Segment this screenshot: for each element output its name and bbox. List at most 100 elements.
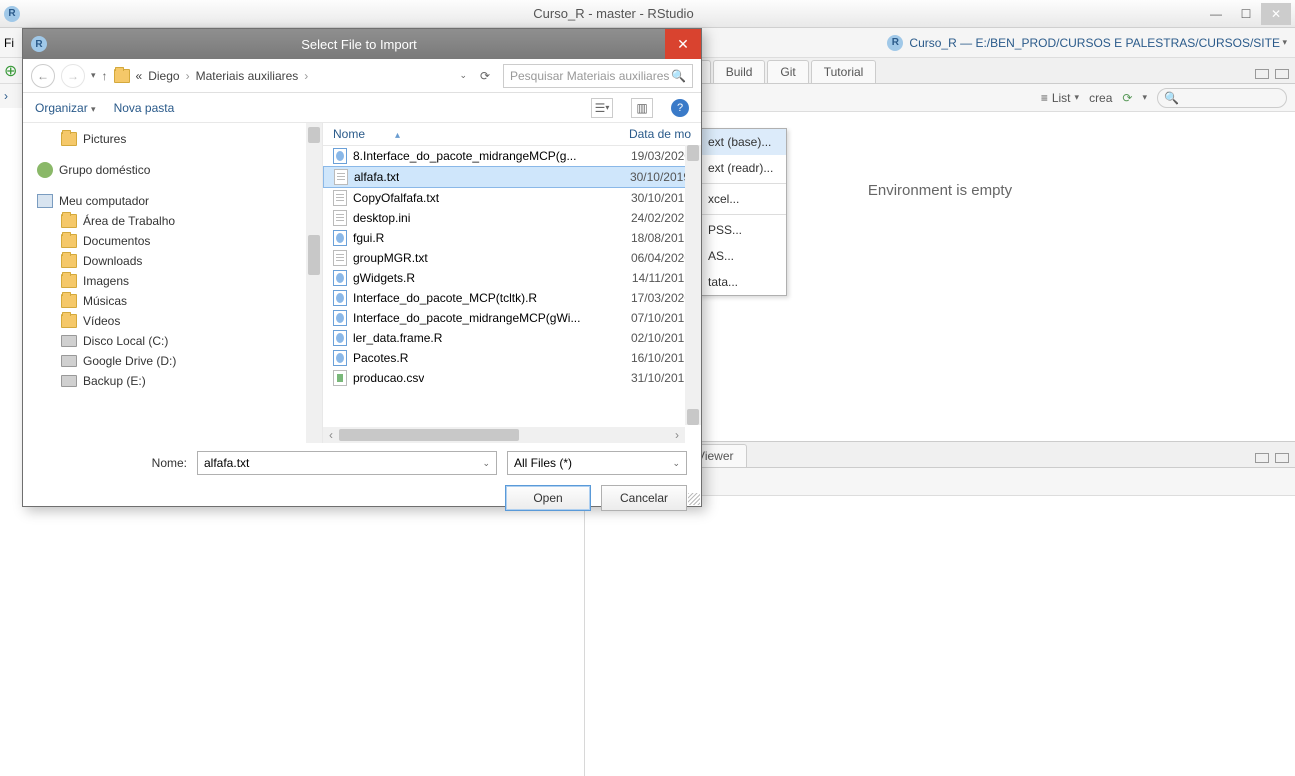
hscroll-thumb[interactable] [339,429,519,441]
tree-item[interactable]: Pictures [27,129,318,149]
tree-item[interactable]: Músicas [27,291,318,311]
preview-pane-button[interactable]: ▥ [631,98,653,118]
import-dataset-menu: ext (base)... ext (readr)... xcel... PSS… [699,128,787,296]
refresh-icon[interactable]: ⟳ [1122,91,1132,105]
new-folder-button[interactable]: Nova pasta [114,101,175,115]
nav-up-button[interactable]: ↑ [102,69,108,83]
folder-tree[interactable]: Pictures Grupo doméstico Meu computadorÁre… [23,123,323,443]
file-list-header[interactable]: Nome▴ Data de mo [323,123,701,146]
breadcrumb-part[interactable]: Diego [148,69,179,83]
file-row[interactable]: Pacotes.R16/10/2019 [323,348,701,368]
project-caret-icon: ▾ [1280,37,1287,48]
nav-back-button[interactable]: ← [31,64,55,88]
filename-input[interactable]: alfafa.txt ⌄ [197,451,497,475]
group-icon [37,162,53,178]
import-excel[interactable]: xcel... [700,186,786,212]
tree-item[interactable]: Backup (E:) [27,371,318,391]
file-icon [334,169,348,185]
tree-item[interactable]: Meu computador [27,191,318,211]
tab-git[interactable]: Git [767,60,808,83]
file-row[interactable]: groupMGR.txt06/04/2020 [323,248,701,268]
folder-icon [61,234,77,248]
breadcrumb[interactable]: « Diego › Materiais auxiliares › ⌄ [114,69,467,83]
tree-item[interactable]: Disco Local (C:) [27,331,318,351]
disk-icon [61,355,77,367]
scroll-arrow-right[interactable]: › [669,427,685,443]
scroll-arrow-left[interactable]: ‹ [323,427,339,443]
file-row[interactable]: producao.csv31/10/2019 [323,368,701,388]
breadcrumb-caret[interactable]: ⌄ [459,70,467,81]
file-list[interactable]: Nome▴ Data de mo 8.Interface_do_pacote_m… [323,123,701,443]
tree-item[interactable]: Downloads [27,251,318,271]
maximize-button[interactable]: ☐ [1231,3,1261,25]
folder-icon [61,214,77,228]
pane-maximize-icon[interactable] [1275,453,1289,463]
dialog-icon: R [31,36,47,52]
view-mode-button[interactable]: ☰ ▾ [591,98,613,118]
file-row[interactable]: alfafa.txt30/10/2019 [323,166,701,188]
new-file-icon[interactable]: ⊕ [4,61,17,81]
file-icon [333,210,347,226]
filename-caret-icon[interactable]: ⌄ [482,458,490,469]
tree-scrollbar[interactable] [306,123,322,443]
tree-item[interactable]: Vídeos [27,311,318,331]
dialog-close-button[interactable]: ✕ [665,29,701,59]
pane-maximize-icon[interactable] [1275,69,1289,79]
import-text-readr[interactable]: ext (readr)... [700,155,786,181]
dialog-titlebar: R Select File to Import ✕ [23,29,701,59]
list-view-button[interactable]: ≡ List ▾ [1041,91,1079,105]
scroll-arrow-down[interactable] [687,409,699,425]
tree-item[interactable]: Documentos [27,231,318,251]
import-spss[interactable]: PSS... [700,217,786,243]
scroll-thumb[interactable] [308,235,320,275]
tree-item[interactable]: Imagens [27,271,318,291]
tab-tutorial[interactable]: Tutorial [811,60,877,83]
folder-icon [61,314,77,328]
resize-grip[interactable] [688,493,700,505]
close-button[interactable]: ✕ [1261,3,1291,25]
file-row[interactable]: fgui.R18/08/2019 [323,228,701,248]
file-icon [333,270,347,286]
filelist-hscrollbar[interactable]: ‹ › [323,427,685,443]
pane-minimize-icon[interactable] [1255,69,1269,79]
tab-build[interactable]: Build [713,60,766,83]
file-icon [333,250,347,266]
file-icon [333,310,347,326]
tree-item[interactable]: Google Drive (D:) [27,351,318,371]
filename-label: Nome: [37,456,187,470]
folder-icon [61,132,77,146]
import-stata[interactable]: tata... [700,269,786,295]
filter-caret-icon[interactable]: ⌄ [672,458,680,469]
refresh-button[interactable]: ⟳ [473,64,497,88]
filelist-vscrollbar[interactable] [685,145,701,425]
help-icon[interactable]: ? [671,99,689,117]
dialog-title: Select File to Import [53,37,665,52]
open-button[interactable]: Open [505,485,591,511]
file-row[interactable]: Interface_do_pacote_midrangeMCP(gWi...07… [323,308,701,328]
nav-forward-button[interactable]: → [61,64,85,88]
pane-minimize-icon[interactable] [1255,453,1269,463]
file-row[interactable]: ler_data.frame.R02/10/2019 [323,328,701,348]
tree-item[interactable]: Área de Trabalho [27,211,318,231]
dialog-toolbar: Organizar ▾ Nova pasta ☰ ▾ ▥ ? [23,93,701,123]
scroll-arrow-up[interactable] [308,127,320,143]
breadcrumb-part[interactable]: Materiais auxiliares [196,69,299,83]
file-row[interactable]: 8.Interface_do_pacote_midrangeMCP(g...19… [323,146,701,166]
file-row[interactable]: Interface_do_pacote_MCP(tcltk).R17/03/20… [323,288,701,308]
import-sas[interactable]: AS... [700,243,786,269]
file-row[interactable]: CopyOfalfafa.txt30/10/2019 [323,188,701,208]
main-titlebar: R Curso_R - master - RStudio — ☐ ✕ [0,0,1295,28]
file-row[interactable]: gWidgets.R14/11/2019 [323,268,701,288]
import-text-base[interactable]: ext (base)... [700,129,786,155]
organize-button[interactable]: Organizar ▾ [35,101,96,115]
nav-history-caret[interactable]: ▾ [91,70,96,81]
chevron-icon[interactable]: › [4,89,8,103]
scroll-arrow-up[interactable] [687,145,699,161]
tree-item[interactable]: Grupo doméstico [27,159,318,181]
file-row[interactable]: desktop.ini24/02/2021 [323,208,701,228]
minimize-button[interactable]: — [1201,3,1231,25]
env-search-input[interactable]: 🔍 [1157,88,1287,108]
filetype-filter[interactable]: All Files (*) ⌄ [507,451,687,475]
cancel-button[interactable]: Cancelar [601,485,687,511]
dialog-search-input[interactable]: Pesquisar Materiais auxiliares 🔍 [503,64,693,88]
